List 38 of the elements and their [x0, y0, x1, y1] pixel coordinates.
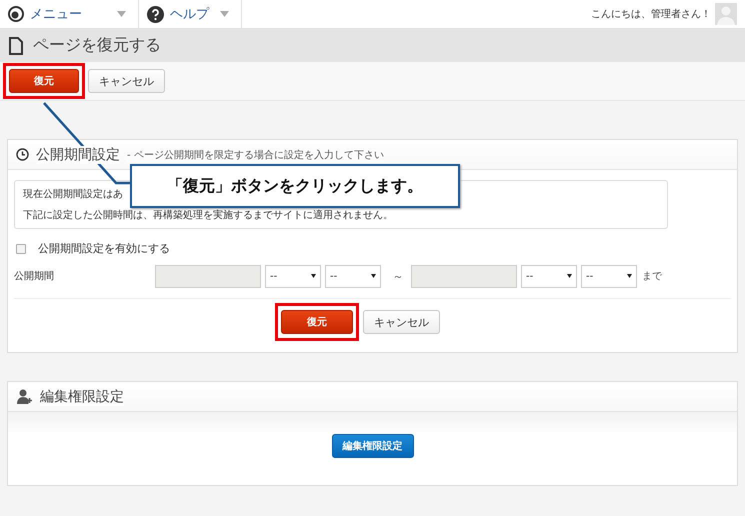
cancel-button[interactable]: キャンセル	[88, 69, 165, 93]
menu-link[interactable]: メニュー	[30, 5, 82, 23]
clock-icon	[16, 148, 29, 161]
info-text: 現在公開期間設定はあ	[23, 188, 123, 201]
help-link[interactable]: ヘルプ	[170, 5, 209, 23]
caret-icon	[567, 274, 572, 278]
checkbox-label: 公開期間設定を有効にする	[38, 241, 170, 256]
minute-select[interactable]: --	[581, 264, 637, 288]
checkbox[interactable]	[16, 244, 26, 254]
section-title: 編集権限設定	[40, 388, 124, 406]
suffix-text: まで	[642, 270, 662, 283]
section-subtitle: - ページ公開期間を限定する場合に設定を入力して下さい	[127, 148, 384, 162]
greeting-text: こんにちは、管理者さん！	[591, 8, 711, 21]
field-label: 公開期間	[14, 270, 55, 283]
date-input[interactable]	[155, 264, 261, 288]
dropdown-caret-icon	[117, 11, 126, 17]
dropdown-caret-icon	[220, 11, 229, 17]
page-title: ページを復元する	[33, 35, 161, 56]
user-add-icon	[16, 389, 33, 404]
menu-logo-icon	[8, 6, 24, 22]
caret-icon	[627, 274, 632, 278]
restore-button[interactable]: 復元	[281, 310, 353, 334]
hour-select[interactable]: --	[521, 264, 577, 288]
caret-icon	[371, 274, 376, 278]
hour-select[interactable]: --	[265, 264, 321, 288]
caret-icon	[311, 274, 316, 278]
range-separator: ～	[392, 268, 404, 284]
info-text: 下記に設定した公開時間は、再構築処理を実施するまでサイトに適用されません。	[23, 208, 393, 222]
avatar-icon[interactable]	[715, 3, 737, 25]
date-input[interactable]	[411, 264, 517, 288]
document-icon	[9, 36, 23, 54]
help-icon	[147, 6, 164, 22]
edit-permission-button[interactable]: 編集権限設定	[332, 434, 414, 458]
callout-text: 「復元」ボタンをクリックします。	[167, 176, 423, 196]
restore-button[interactable]: 復元	[9, 69, 79, 93]
minute-select[interactable]: --	[325, 264, 381, 288]
cancel-button[interactable]: キャンセル	[363, 310, 440, 334]
section-title: 公開期間設定	[36, 146, 120, 164]
